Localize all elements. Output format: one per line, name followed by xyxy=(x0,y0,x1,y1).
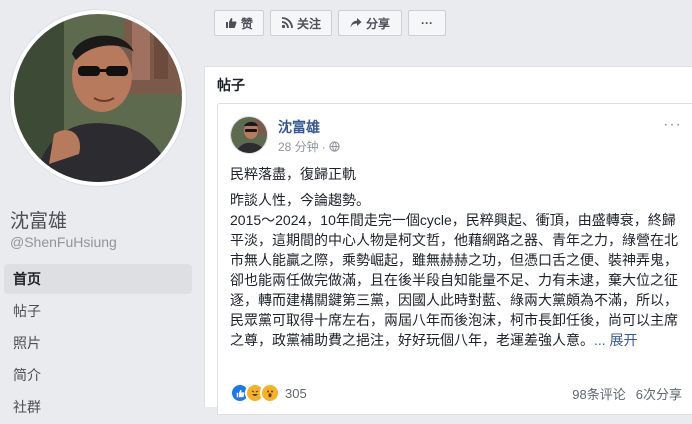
nav-item-posts[interactable]: 帖子 xyxy=(4,296,192,326)
page-nav: 首页 帖子 照片 简介 社群 xyxy=(4,264,192,424)
section-title: 帖子 xyxy=(217,77,245,93)
post-author[interactable]: 沈富雄 xyxy=(278,117,320,137)
share-button[interactable]: 分享 xyxy=(338,10,402,36)
profile-photo xyxy=(14,14,182,182)
post-footer: 305 98条评论 6次分享 xyxy=(230,382,682,404)
page-handle[interactable]: @ShenFuHsiung xyxy=(10,234,117,250)
like-button[interactable]: 赞 xyxy=(214,10,264,36)
reactions-summary[interactable]: 305 xyxy=(230,383,307,403)
follow-label: 关注 xyxy=(296,16,321,31)
comments-count[interactable]: 98条评论 xyxy=(572,384,625,403)
see-more-link[interactable]: ... 展开 xyxy=(594,332,638,348)
reaction-count: 305 xyxy=(285,385,307,401)
like-label: 赞 xyxy=(240,16,253,31)
post-intro: 昨談人性，今論趨勢。 xyxy=(230,192,370,208)
post-paragraph-text: 2015～2024，10年間走完一個cycle，民粹興起、衝頂，由盛轉衰，終歸平… xyxy=(230,212,678,348)
post-headline: 民粹落盡，復歸正軌 xyxy=(230,166,356,182)
nav-item-about[interactable]: 简介 xyxy=(4,360,192,390)
post-time-text: 28 分钟 xyxy=(278,140,319,154)
globe-icon xyxy=(329,141,340,152)
engagement-stats: 98条评论 6次分享 xyxy=(572,384,682,403)
shares-count[interactable]: 6次分享 xyxy=(636,384,682,403)
nav-item-photos[interactable]: 照片 xyxy=(4,328,192,358)
rss-icon xyxy=(281,17,293,29)
post-menu-button[interactable]: ··· xyxy=(663,116,682,134)
share-arrow-icon xyxy=(350,18,362,28)
page-name: 沈富雄 xyxy=(10,211,68,232)
time-separator: · xyxy=(321,139,326,154)
nav-item-home[interactable]: 首页 xyxy=(4,264,192,294)
thumbs-up-icon xyxy=(225,18,237,28)
post-card: 沈富雄 28 分钟 · ··· 民粹落盡，復歸正軌 昨談人性，今論趨勢。 201… xyxy=(217,103,692,415)
post-avatar[interactable] xyxy=(230,116,268,154)
post-timestamp[interactable]: 28 分钟 · xyxy=(278,138,340,155)
profile-avatar[interactable] xyxy=(10,10,186,186)
posts-section: 帖子 沈富雄 28 分钟 · ··· 民粹落盡，復歸正軌 昨談人性，今論趨勢。 … xyxy=(204,66,692,415)
post-body: 民粹落盡，復歸正軌 昨談人性，今論趨勢。 2015～2024，10年間走完一個c… xyxy=(230,164,682,350)
post-paragraph: 2015～2024，10年間走完一個cycle，民粹興起、衝頂，由盛轉衰，終歸平… xyxy=(230,210,682,350)
nav-item-community[interactable]: 社群 xyxy=(4,392,192,422)
wow-icon xyxy=(260,383,280,403)
left-column: 沈富雄 @ShenFuHsiung 首页 帖子 照片 简介 社群 xyxy=(0,0,200,415)
share-label: 分享 xyxy=(365,16,390,31)
more-button[interactable]: ··· xyxy=(408,10,446,36)
follow-button[interactable]: 关注 xyxy=(270,10,332,36)
